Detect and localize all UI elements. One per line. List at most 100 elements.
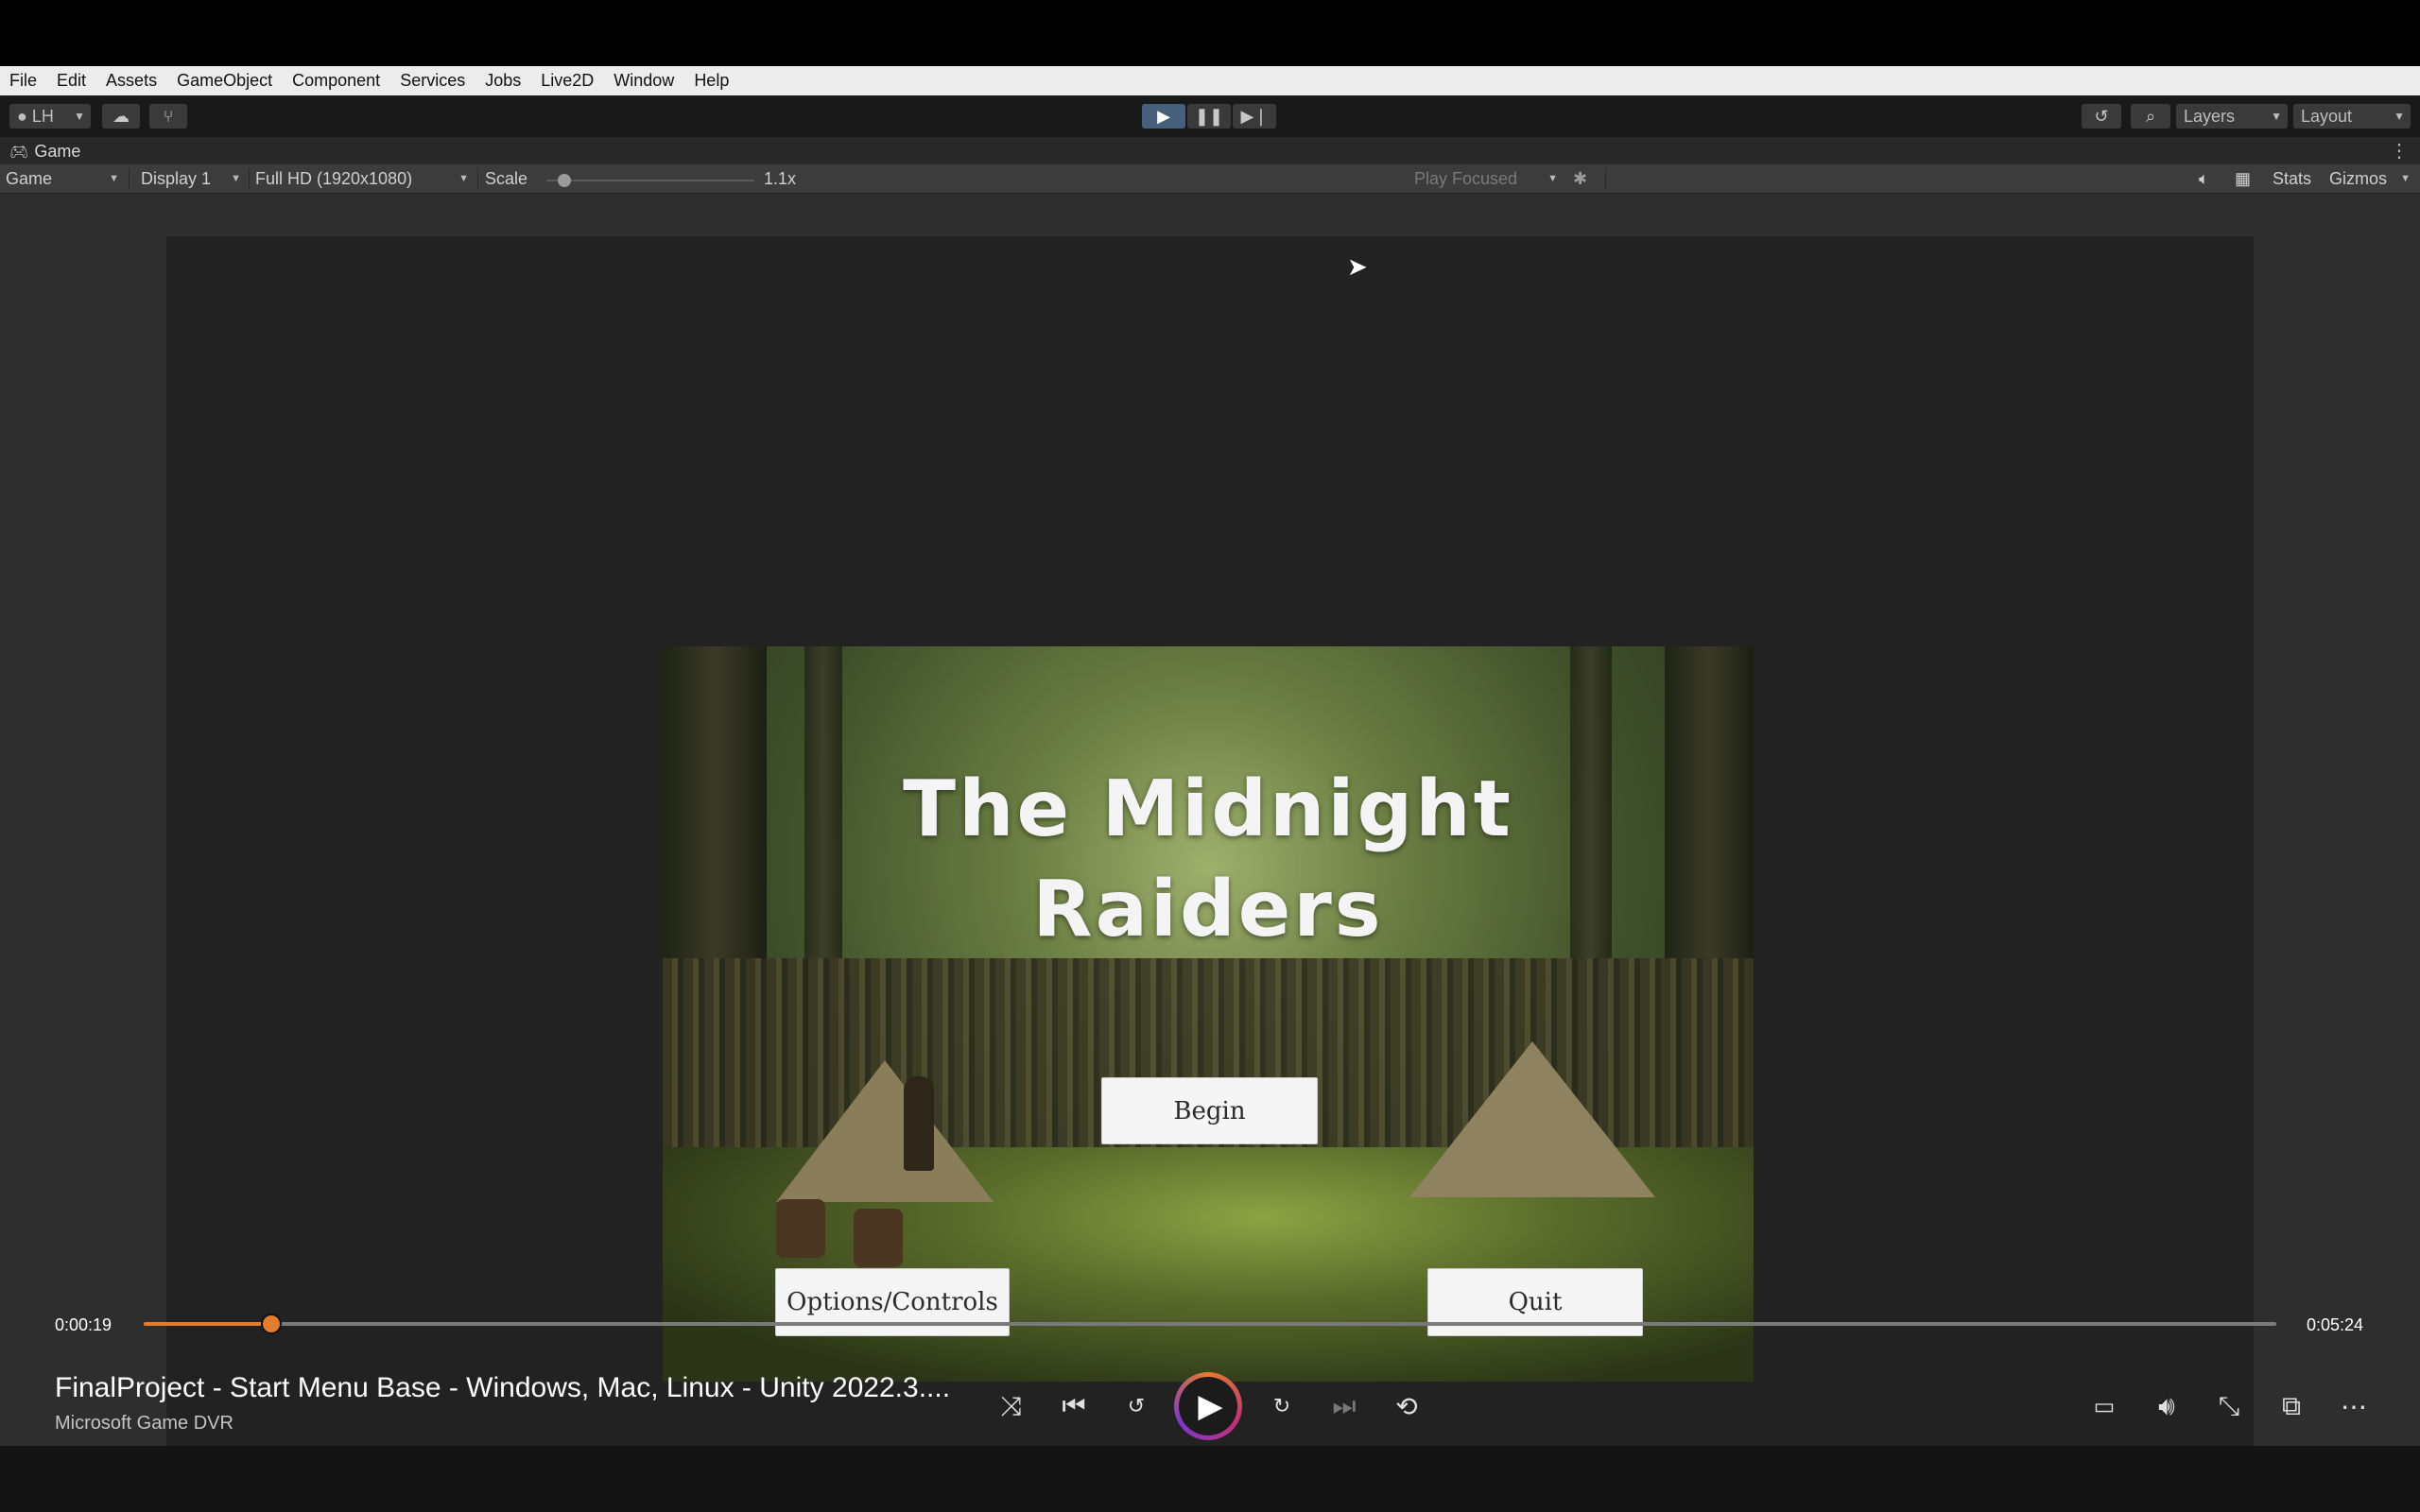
play-focus-dropdown[interactable]: Play Focused ▼ <box>1414 167 1562 190</box>
menu-gameobject[interactable]: GameObject <box>177 69 272 93</box>
current-time: 0:00:19 <box>55 1315 112 1334</box>
account-label: LH <box>31 107 54 126</box>
total-time: 0:05:24 <box>2307 1315 2364 1334</box>
mute-audio-icon[interactable]: 🔈︎ <box>2199 167 2209 190</box>
menu-edit[interactable]: Edit <box>57 69 86 93</box>
play-button[interactable]: ▶ <box>1174 1372 1242 1440</box>
menu-file[interactable]: File <box>9 69 37 93</box>
bug-icon[interactable]: ✱ <box>1573 167 1598 190</box>
barrel <box>854 1209 903 1267</box>
media-player-controls: 0:00:19 0:05:24 FinalProject - Start Men… <box>0 1306 2420 1446</box>
barrel <box>776 1199 825 1258</box>
search-icon: ⌕ <box>2145 106 2156 126</box>
chevron-down-icon: ▼ <box>2394 110 2405 123</box>
play-icon: ▶ <box>1198 1388 1223 1424</box>
step-icon: ▶❘ <box>1240 106 1269 126</box>
history-icon: ↺ <box>2094 106 2109 126</box>
captions-icon[interactable]: ▭ <box>2083 1385 2125 1427</box>
gamepad-icon: 🎮︎ <box>9 144 29 161</box>
account-icon: ● <box>17 107 27 126</box>
resolution-dropdown[interactable]: Full HD (1920x1080) ▼ <box>255 167 473 190</box>
cloud-icon: ☁ <box>112 106 130 126</box>
more-icon[interactable]: ⋯ <box>2333 1385 2375 1427</box>
chevron-down-icon: ▼ <box>458 173 469 184</box>
play-icon: ▶ <box>1157 106 1170 126</box>
divider <box>477 168 478 189</box>
chevron-down-icon: ▼ <box>231 173 241 184</box>
gizmos-dropdown[interactable]: Gizmos ▼ <box>2329 167 2414 190</box>
repeat-off-icon[interactable]: ⟲ <box>1386 1385 1427 1427</box>
volume-icon[interactable]: 🔊︎ <box>2146 1385 2187 1427</box>
menu-help[interactable]: Help <box>694 69 729 93</box>
chevron-down-icon: ▼ <box>2400 173 2411 184</box>
menu-component[interactable]: Component <box>292 69 380 93</box>
menu-services[interactable]: Services <box>400 69 465 93</box>
game-title-line1: The Midnight <box>903 765 1513 854</box>
display-label: Display 1 <box>141 169 212 188</box>
divider <box>129 168 130 189</box>
previous-icon[interactable]: ⏮︎ <box>1053 1385 1095 1427</box>
scale-slider-thumb[interactable] <box>558 174 571 187</box>
chevron-down-icon: ▼ <box>109 173 119 184</box>
menu-assets[interactable]: Assets <box>106 69 157 93</box>
exit-fullscreen-icon[interactable]: ⤡ <box>2208 1385 2250 1427</box>
resolution-label: Full HD (1920x1080) <box>255 169 413 188</box>
layout-dropdown[interactable]: Layout ▼ <box>2293 104 2411 129</box>
history-button[interactable]: ↺ <box>2082 104 2121 129</box>
gizmos-label: Gizmos <box>2329 169 2388 188</box>
forward-30-icon[interactable]: ↻ <box>1261 1385 1303 1427</box>
tab-game-label: Game <box>34 142 81 161</box>
game-view-panel: ➤ The Midnight Raiders Begin Options/Con… <box>0 194 2420 1446</box>
chevron-down-icon: ▼ <box>74 110 85 123</box>
video-title: FinalProject - Start Menu Base - Windows… <box>55 1372 951 1403</box>
divider <box>1605 168 1606 189</box>
shuffle-icon[interactable]: ⤨ <box>991 1385 1032 1427</box>
main-toolbar: ● LH ▼ ☁ ⑂ ▶ ❚❚ ▶❘ ↺ ⌕ Layers ▼ Layout ▼ <box>0 95 2420 136</box>
cursor-icon: ➤ <box>1347 252 1368 281</box>
pause-icon: ❚❚ <box>1194 106 1224 126</box>
stats-button[interactable]: Stats <box>2273 167 2311 190</box>
search-button[interactable]: ⌕ <box>2131 104 2170 129</box>
tent-right <box>1409 1041 1655 1197</box>
chevron-down-icon: ▼ <box>1547 173 1558 184</box>
step-button[interactable]: ▶❘ <box>1233 104 1276 129</box>
begin-button[interactable]: Begin <box>1101 1077 1318 1144</box>
grid-icon[interactable]: ▦ <box>2235 167 2251 190</box>
menu-jobs[interactable]: Jobs <box>485 69 521 93</box>
next-icon[interactable]: ⏭︎ <box>1323 1385 1365 1427</box>
start-menu-scene: The Midnight Raiders Begin Options/Contr… <box>663 646 1754 1382</box>
mini-player-icon[interactable]: ⧉ <box>2271 1385 2312 1427</box>
game-tab-bar: 🎮︎ Game ⋮ <box>0 136 2420 165</box>
collab-button[interactable]: ⑂ <box>149 104 187 129</box>
menu-window[interactable]: Window <box>614 69 674 93</box>
menu-bar: File Edit Assets GameObject Component Se… <box>0 66 2420 95</box>
game-options-bar: Game ▼ Display 1 ▼ Full HD (1920x1080) ▼… <box>0 164 2420 194</box>
divider <box>249 168 250 189</box>
seek-bar-progress <box>144 1322 272 1326</box>
game-title: The Midnight Raiders <box>663 760 1754 960</box>
view-mode-dropdown[interactable]: Game ▼ <box>6 167 123 190</box>
rewind-10-icon[interactable]: ↺ <box>1115 1385 1157 1427</box>
layers-label: Layers <box>2184 107 2236 126</box>
view-mode-label: Game <box>6 169 53 188</box>
menu-live2d[interactable]: Live2D <box>541 69 594 93</box>
account-dropdown[interactable]: ● LH ▼ <box>9 104 91 129</box>
display-dropdown[interactable]: Display 1 ▼ <box>141 167 245 190</box>
branch-icon: ⑂ <box>163 106 174 126</box>
pause-button[interactable]: ❚❚ <box>1187 104 1231 129</box>
play-button-inner: ▶ <box>1179 1377 1237 1435</box>
play-focus-label: Play Focused <box>1414 169 1518 188</box>
tent-left <box>776 1060 994 1202</box>
tab-game[interactable]: 🎮︎ Game <box>9 142 80 162</box>
chevron-down-icon: ▼ <box>2271 110 2282 123</box>
figure-silhouette <box>904 1076 934 1171</box>
layers-dropdown[interactable]: Layers ▼ <box>2176 104 2288 129</box>
play-mode-button[interactable]: ▶ <box>1142 104 1185 129</box>
more-options-icon[interactable]: ⋮ <box>2390 139 2409 163</box>
seek-bar[interactable] <box>144 1314 2276 1334</box>
cloud-button[interactable]: ☁ <box>102 104 140 129</box>
seek-bar-thumb[interactable] <box>261 1314 283 1334</box>
layout-label: Layout <box>2301 107 2353 126</box>
scale-slider[interactable] <box>546 174 754 187</box>
bottom-bar <box>0 1446 2420 1512</box>
